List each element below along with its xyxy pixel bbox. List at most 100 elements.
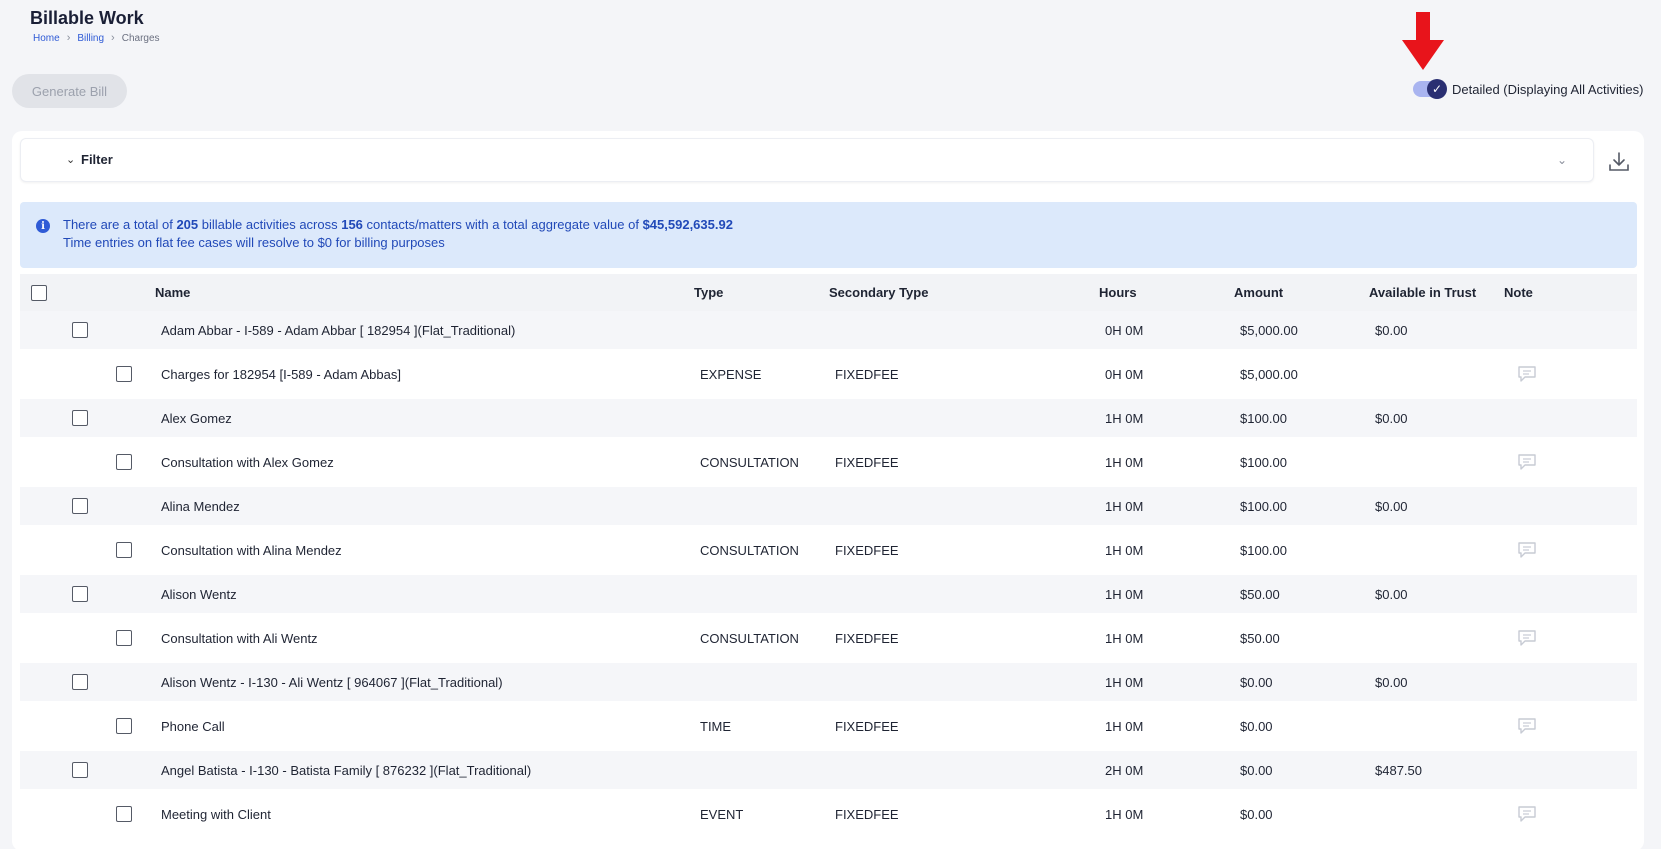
row-name: Meeting with Client [161, 807, 271, 822]
row-trust: $0.00 [1375, 675, 1408, 690]
row-hours: 1H 0M [1105, 543, 1144, 558]
breadcrumb-home[interactable]: Home [33, 33, 60, 44]
row-amount: $0.00 [1240, 675, 1273, 690]
row-checkbox[interactable] [116, 718, 132, 734]
breadcrumb-billing[interactable]: Billing [77, 33, 104, 44]
activity-row[interactable]: Consultation with Ali Wentz CONSULTATION F… [20, 619, 1637, 657]
row-hours: 1H 0M [1105, 807, 1144, 822]
row-name: Alex Gomez [161, 411, 232, 426]
row-name: Consultation with Ali Wentz [161, 631, 318, 646]
row-type: CONSULTATION [700, 543, 799, 558]
row-amount: $5,000.00 [1240, 367, 1298, 382]
row-hours: 1H 0M [1105, 631, 1144, 646]
row-amount: $0.00 [1240, 807, 1273, 822]
chevron-right-icon: › [66, 32, 71, 44]
group-row[interactable]: Angel Batista - I-130 - Batista Family [… [20, 751, 1637, 789]
select-all-checkbox[interactable] [31, 285, 47, 301]
info-note: Time entries on flat fee cases will reso… [63, 235, 445, 250]
row-secondary-type: FIXEDFEE [835, 543, 899, 558]
row-amount: $5,000.00 [1240, 323, 1298, 338]
group-row[interactable]: Alina Mendez 1H 0M $100.00 $0.00 [20, 487, 1637, 525]
row-hours: 1H 0M [1105, 499, 1144, 514]
activity-row[interactable]: Charges for 182954 [I-589 - Adam Abbas] E… [20, 355, 1637, 393]
row-checkbox[interactable] [116, 806, 132, 822]
row-checkbox[interactable] [72, 586, 88, 602]
comment-icon[interactable] [1517, 365, 1537, 383]
down-arrow-annotation-icon [1402, 12, 1444, 70]
row-checkbox[interactable] [72, 762, 88, 778]
col-type[interactable]: Type [694, 285, 723, 300]
row-type: EVENT [700, 807, 744, 822]
generate-bill-button[interactable]: Generate Bill [12, 74, 127, 108]
info-banner: i There are a total of 205 billable acti… [20, 202, 1637, 268]
row-secondary-type: FIXEDFEE [835, 631, 899, 646]
filter-label: Filter [81, 152, 113, 167]
row-hours: 1H 0M [1105, 587, 1144, 602]
row-hours: 0H 0M [1105, 367, 1144, 382]
check-icon: ✓ [1427, 79, 1447, 99]
row-trust: $0.00 [1375, 323, 1408, 338]
row-checkbox[interactable] [72, 498, 88, 514]
row-name: Phone Call [161, 719, 225, 734]
row-hours: 1H 0M [1105, 455, 1144, 470]
col-hours[interactable]: Hours [1099, 285, 1137, 300]
row-checkbox[interactable] [116, 454, 132, 470]
breadcrumb-current: Charges [121, 32, 160, 44]
row-checkbox[interactable] [116, 542, 132, 558]
col-amount[interactable]: Amount [1234, 285, 1283, 300]
row-hours: 1H 0M [1105, 411, 1144, 426]
row-name: Alison Wentz - I-130 - Ali Wentz [ 96406… [161, 675, 503, 690]
row-name: Consultation with Alex Gomez [161, 455, 334, 470]
activity-row[interactable]: Meeting with Client EVENT FIXEDFEE 1H 0M $0.… [20, 795, 1637, 833]
col-name[interactable]: Name [155, 285, 190, 300]
group-row[interactable]: Alison Wentz - I-130 - Ali Wentz [ 96406… [20, 663, 1637, 701]
row-amount: $0.00 [1240, 719, 1273, 734]
row-hours: 2H 0M [1105, 763, 1144, 778]
row-checkbox[interactable] [72, 674, 88, 690]
row-checkbox[interactable] [116, 366, 132, 382]
row-trust: $0.00 [1375, 499, 1408, 514]
row-trust: $0.00 [1375, 411, 1408, 426]
row-name: Alison Wentz [161, 587, 237, 602]
row-trust: $0.00 [1375, 587, 1408, 602]
col-available-in-trust[interactable]: Available in Trust [1369, 285, 1476, 300]
comment-icon[interactable] [1517, 629, 1537, 647]
row-amount: $0.00 [1240, 763, 1273, 778]
col-secondary-type[interactable]: Secondary Type [829, 285, 928, 300]
detailed-toggle[interactable]: ✓ Detailed (Displaying All Activities) [1413, 79, 1643, 99]
row-secondary-type: FIXEDFEE [835, 367, 899, 382]
row-name: Alina Mendez [161, 499, 240, 514]
activity-row[interactable]: Consultation with Alex Gomez CONSULTATION… [20, 443, 1637, 481]
row-checkbox[interactable] [72, 322, 88, 338]
row-type: CONSULTATION [700, 455, 799, 470]
comment-icon[interactable] [1517, 453, 1537, 471]
row-checkbox[interactable] [72, 410, 88, 426]
activity-row[interactable]: Phone Call TIME FIXEDFEE 1H 0M $0.00 [20, 707, 1637, 745]
row-secondary-type: FIXEDFEE [835, 807, 899, 822]
activity-row[interactable]: Consultation with Alina Mendez CONSULTATI… [20, 531, 1637, 569]
expand-chevron-icon[interactable]: ⌄ [1557, 153, 1567, 167]
table-header: Name Type Secondary Type Hours Amount Av… [20, 274, 1637, 312]
aggregate-total: $45,592,635.92 [642, 217, 733, 232]
row-hours: 1H 0M [1105, 675, 1144, 690]
comment-icon[interactable] [1517, 717, 1537, 735]
row-name: Adam Abbar - I-589 - Adam Abbar [ 182954… [161, 323, 516, 338]
group-row[interactable]: Alex Gomez 1H 0M $100.00 $0.00 [20, 399, 1637, 437]
comment-icon[interactable] [1517, 805, 1537, 823]
row-hours: 0H 0M [1105, 323, 1144, 338]
row-name: Charges for 182954 [I-589 - Adam Abbas] [161, 367, 401, 382]
row-checkbox[interactable] [116, 630, 132, 646]
filter-panel[interactable]: ⌄ Filter ⌄ [20, 138, 1594, 182]
row-secondary-type: FIXEDFEE [835, 719, 899, 734]
row-type: EXPENSE [700, 367, 762, 382]
group-row[interactable]: Alison Wentz 1H 0M $50.00 $0.00 [20, 575, 1637, 613]
col-note: Note [1504, 285, 1533, 300]
group-row[interactable]: Adam Abbar - I-589 - Adam Abbar [ 182954… [20, 311, 1637, 349]
chevron-right-icon: › [111, 32, 115, 44]
chevron-down-icon: ⌄ [66, 154, 76, 166]
row-amount: $50.00 [1240, 631, 1280, 646]
toggle-switch[interactable]: ✓ [1413, 79, 1447, 99]
comment-icon[interactable] [1517, 541, 1537, 559]
download-icon[interactable] [1606, 149, 1632, 175]
contact-count: 156 [341, 217, 363, 232]
